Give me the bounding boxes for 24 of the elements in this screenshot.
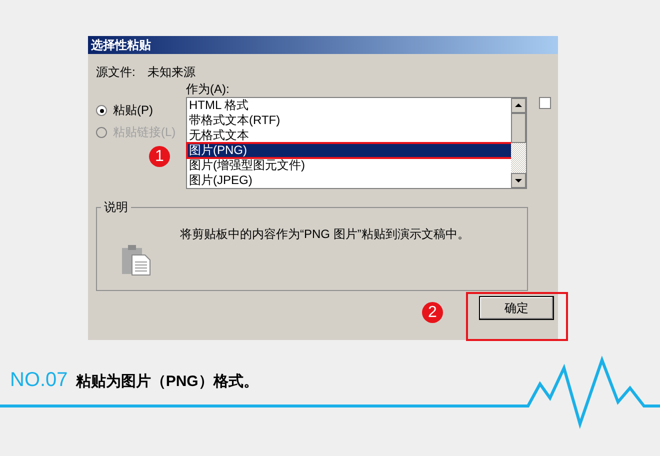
callout-badge: 2	[422, 302, 443, 323]
as-label: 作为(A):	[186, 82, 230, 97]
format-item[interactable]: 图片(增强型图元文件)	[187, 158, 511, 173]
format-item[interactable]: HTML 格式	[187, 98, 511, 113]
format-item[interactable]: 无格式文本	[187, 128, 511, 143]
window-title: 选择性粘贴	[91, 36, 151, 54]
radio-option[interactable]: 粘贴(P)	[96, 103, 186, 118]
caption-text: 粘贴为图片（PNG）格式。	[76, 372, 258, 391]
group-title: 说明	[103, 199, 129, 216]
scrollbar[interactable]	[511, 98, 526, 188]
format-item[interactable]: 带格式文本(RTF)	[187, 113, 511, 128]
format-item[interactable]: 图片(JPEG)	[187, 173, 511, 188]
source-value: 未知来源	[147, 64, 196, 80]
format-list[interactable]: HTML 格式 带格式文本(RTF) 无格式文本 图片(PNG) 图片(增强型图元文件) 图片(JPEG)	[186, 97, 527, 189]
ok-button[interactable]: 确定	[479, 296, 554, 320]
scroll-down-icon[interactable]	[511, 173, 526, 188]
checkbox[interactable]	[539, 97, 551, 109]
format-item[interactable]: 图片(PNG)	[187, 143, 513, 158]
callout-badge: 1	[149, 146, 170, 167]
description-text: 将剪贴板中的内容作为“PNG 图片”粘贴到演示文稿中。	[180, 226, 470, 243]
scroll-thumb[interactable]	[511, 113, 526, 143]
source-label: 源文件:	[96, 64, 136, 80]
scroll-up-icon[interactable]	[511, 98, 526, 113]
step-number: NO.07	[10, 369, 68, 392]
